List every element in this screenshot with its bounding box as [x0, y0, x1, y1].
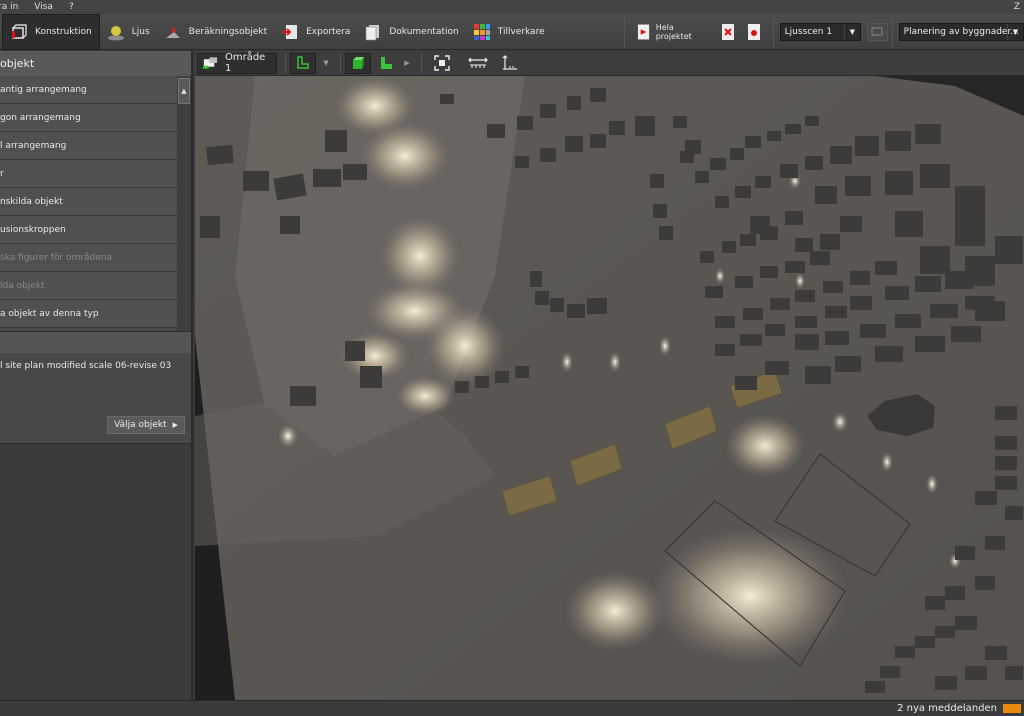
list-item[interactable]: antig arrangemang [0, 76, 178, 104]
monitor-icon [871, 27, 883, 36]
messages-label[interactable]: 2 nya meddelanden [897, 703, 997, 714]
menu-item-help[interactable]: ? [61, 2, 82, 12]
tab-label: Ljus [131, 26, 150, 37]
list-item-label: nskilda objekt [0, 196, 63, 207]
measure-horizontal-button[interactable] [464, 53, 492, 74]
planning-value: Planering av byggnader... [903, 26, 1019, 37]
list-item[interactable]: nskilda objekt [0, 188, 178, 216]
tab-berakningsobjekt[interactable]: Beräkningsobjekt [157, 14, 274, 50]
area-label: Område 1 [224, 52, 266, 74]
floor-view-button[interactable] [375, 53, 397, 74]
measure-vertical-button[interactable] [496, 53, 524, 74]
ribbon-separator [623, 15, 625, 48]
list-item[interactable]: gon arrangemang [0, 104, 178, 132]
scene-view-button[interactable] [866, 22, 888, 41]
tab-label: Konstruktion [35, 26, 92, 37]
tab-label: Beräkningsobjekt [188, 26, 268, 37]
planning-select[interactable]: Planering av byggnader... ▼ [898, 22, 1024, 41]
list-item[interactable]: usionskroppen [0, 216, 178, 244]
menu-item-view[interactable]: Visa [26, 2, 61, 12]
list-item[interactable]: r [0, 160, 178, 188]
toolbar-separator [340, 53, 341, 73]
list-item-label: usionskroppen [0, 224, 66, 235]
floor-plan-icon [297, 56, 309, 69]
list-item-label: gon arrangemang [0, 112, 81, 123]
list-item-label: l arrangemang [0, 140, 67, 151]
hela-projektet-label: Hela projektet [655, 22, 692, 41]
menu-item-file[interactable]: ra in [0, 2, 26, 12]
gear-document-icon [747, 23, 760, 40]
lamp-icon [107, 25, 124, 40]
toolbar-separator [285, 53, 286, 73]
chevron-right-icon: ▶ [172, 421, 178, 429]
left-panel-empty-area [0, 443, 191, 700]
left-panel-header: objekt [0, 51, 191, 76]
3d-view-button[interactable] [345, 52, 371, 74]
tab-dokumentation[interactable]: Dokumentation [357, 14, 465, 50]
3d-viewport[interactable] [195, 76, 1024, 700]
toolbar-separator [421, 53, 422, 73]
ribbon-toolbar: Konstruktion Ljus Beräkningsobjekt Expor… [0, 13, 1024, 50]
tab-tillverkare[interactable]: Tillverkare [466, 14, 552, 50]
manufacturer-grid-icon [473, 23, 490, 40]
tab-konstruktion[interactable]: Konstruktion [2, 13, 100, 50]
ribbon-separator [891, 15, 893, 48]
panel-divider [0, 331, 191, 353]
list-item-disabled: ska figurer för områdena [0, 244, 178, 272]
delete-document-icon [721, 23, 734, 40]
calc-object-icon [165, 25, 180, 38]
export-arrow-icon [282, 24, 298, 39]
l-shape-icon [381, 57, 392, 69]
menu-right-label[interactable]: Z [1014, 2, 1024, 12]
delete-results-button[interactable] [715, 14, 741, 50]
tab-label: Dokumentation [389, 26, 459, 37]
menu-bar: ra in Visa ? Z [0, 0, 1024, 14]
left-panel: objekt antig arrangemang gon arrangemang… [0, 51, 193, 700]
selected-object-info: l site plan modified scale 06-revise 03 … [0, 353, 191, 443]
construction-box-icon [12, 23, 27, 39]
site-model-render [195, 76, 1024, 700]
chevron-down-icon: ▼ [843, 23, 860, 40]
area-select-button[interactable]: Område 1 [197, 52, 277, 74]
document-icon [366, 24, 380, 40]
list-item-disabled: lda objekt [0, 272, 178, 300]
tab-label: Exportera [306, 26, 351, 37]
notification-flag-icon[interactable] [1003, 704, 1021, 713]
selected-object-name: l site plan modified scale 06-revise 03 [0, 361, 172, 371]
zoom-extents-icon [434, 55, 450, 71]
chevron-down-icon[interactable]: ▼ [320, 53, 332, 74]
measure-vertical-icon [502, 55, 517, 70]
chevron-right-icon[interactable]: ▶ [401, 53, 413, 74]
tab-exportera[interactable]: Exportera [274, 14, 357, 50]
floor-plan-button[interactable] [290, 52, 316, 74]
select-object-label: Välja objekt [114, 420, 167, 430]
list-item-label: r [0, 168, 4, 179]
tab-label: Tillverkare [497, 26, 545, 37]
3d-cube-icon [353, 57, 364, 69]
list-item-label: lda objekt [0, 280, 45, 291]
object-list: antig arrangemang gon arrangemang l arra… [0, 76, 191, 331]
view-toolbar: Område 1 ▼ ▶ [195, 51, 1024, 76]
list-item[interactable]: l arrangemang [0, 132, 178, 160]
select-object-button[interactable]: Välja objekt ▶ [107, 416, 185, 434]
light-scene-value: Ljusscen 1 [784, 26, 833, 37]
zoom-extents-button[interactable] [430, 53, 454, 74]
list-item[interactable]: a objekt av denna typ [0, 300, 178, 328]
left-panel-title: objekt [0, 57, 35, 70]
scroll-up-icon[interactable]: ▲ [178, 78, 190, 104]
list-item-label: ska figurer för områdena [0, 252, 112, 263]
measure-horizontal-icon [468, 57, 488, 68]
hela-projektet-button[interactable]: Hela projektet [631, 14, 715, 50]
settings-results-button[interactable] [741, 14, 767, 50]
list-item-label: antig arrangemang [0, 84, 87, 95]
area-icon [202, 57, 218, 69]
light-scene-select[interactable]: Ljusscen 1 ▼ [779, 22, 861, 41]
play-document-icon [637, 24, 649, 39]
ribbon-separator [772, 15, 774, 48]
list-item-label: a objekt av denna typ [0, 308, 99, 319]
chevron-down-icon: ▼ [1007, 23, 1023, 40]
list-scrollbar[interactable]: ▲ [177, 76, 191, 331]
tab-ljus[interactable]: Ljus [100, 14, 157, 50]
status-bar: 2 nya meddelanden [0, 700, 1024, 716]
